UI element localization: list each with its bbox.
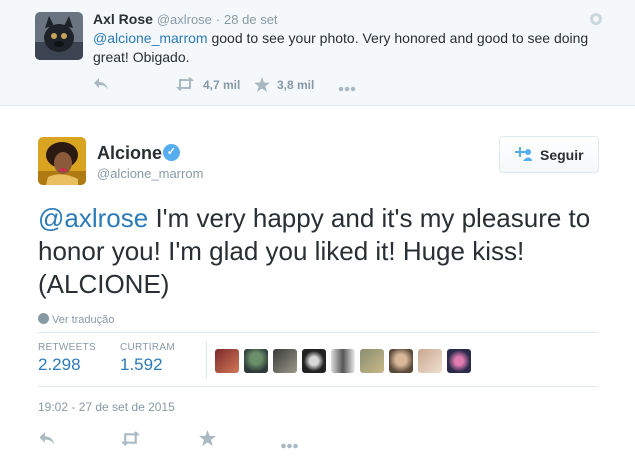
retweet-icon[interactable] [120,431,141,451]
liker-avatar[interactable] [360,349,384,373]
author-handle[interactable]: @alcione_marrom [97,166,203,181]
translate-label: Ver tradução [52,314,115,326]
liker-avatar[interactable] [418,349,442,373]
parent-tweet-header: Axl Rose @axlrose · 28 de set [93,11,278,27]
retweets-label: RETWEETS [38,342,96,353]
more-icon[interactable] [338,81,356,95]
liker-avatar[interactable] [447,349,471,373]
parent-tweet-text: @alcione_marrom good to see your photo. … [93,29,593,67]
favorite-icon[interactable] [199,430,216,451]
likes-stat[interactable]: CURTIRAM 1.592 [120,342,175,375]
likes-value: 1.592 [120,355,163,374]
axl-rose-avatar[interactable] [35,12,83,60]
translate-link[interactable]: Ver tradução [38,313,114,326]
retweets-stat[interactable]: RETWEETS 2.298 [38,342,96,375]
parent-author-handle[interactable]: @axlrose [157,12,212,27]
verified-badge-icon: ✓ [163,144,180,161]
parent-tweet-time[interactable]: 28 de set [224,12,278,27]
more-icon[interactable] [280,436,299,454]
retweets-value: 2.298 [38,355,81,374]
favorite-icon[interactable] [254,77,270,95]
mention-link[interactable]: @alcione_marrom [93,30,208,46]
tweet-text: @axlrose I'm very happy and it's my plea… [38,202,608,301]
liker-avatar[interactable] [273,349,297,373]
retweet-icon[interactable] [175,77,195,94]
globe-icon [590,13,602,25]
tweet-stats: RETWEETS 2.298 CURTIRAM 1.592 [38,332,598,387]
tweet-timestamp: 19:02 - 27 de set de 2015 [38,400,175,414]
liker-avatar[interactable] [215,349,239,373]
retweet-count: 4,7 mil [203,78,241,92]
follow-button-label: Seguir [540,147,584,163]
parent-author-name[interactable]: Axl Rose [93,11,153,27]
liker-avatar[interactable] [389,349,413,373]
reply-icon[interactable] [38,431,56,451]
liker-avatar[interactable] [331,349,355,373]
main-tweet: Alcione ✓ @alcione_marrom Seguir @axlros… [0,107,635,465]
liker-avatar[interactable] [302,349,326,373]
separator-dot: · [215,12,221,27]
mention-link[interactable]: @axlrose [38,203,148,233]
favorite-count: 3,8 mil [277,78,315,92]
stats-divider [206,341,207,379]
follow-button[interactable]: Seguir [499,136,599,173]
globe-icon [38,313,49,324]
author-name[interactable]: Alcione [97,143,162,164]
alcione-avatar[interactable] [38,137,86,185]
reply-icon[interactable] [93,77,109,94]
liker-avatar[interactable] [244,349,268,373]
follow-user-icon [514,147,533,161]
parent-tweet[interactable]: Axl Rose @axlrose · 28 de set @alcione_m… [0,0,635,106]
likes-label: CURTIRAM [120,342,175,353]
